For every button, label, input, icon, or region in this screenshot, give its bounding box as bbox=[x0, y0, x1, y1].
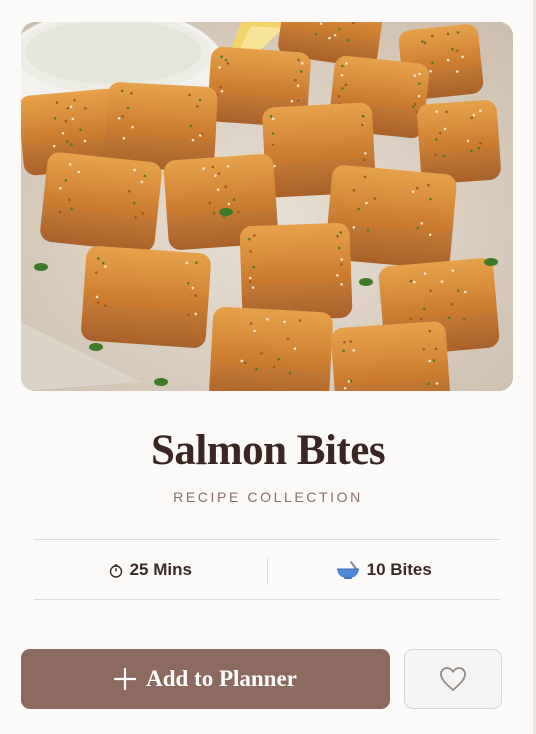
heart-icon bbox=[439, 666, 467, 692]
add-to-planner-button[interactable]: Add to Planner bbox=[21, 649, 390, 709]
parsley-leaf bbox=[154, 378, 168, 386]
recipe-hero-image bbox=[21, 22, 513, 391]
parsley-leaf bbox=[359, 278, 373, 286]
bowl-icon bbox=[336, 560, 360, 580]
parsley-leaf bbox=[219, 208, 233, 216]
salmon-bite bbox=[417, 100, 501, 184]
servings-stat: 10 Bites bbox=[268, 560, 501, 580]
salmon-bite bbox=[331, 321, 451, 391]
prep-time-value: 25 Mins bbox=[129, 559, 192, 579]
salmon-bite bbox=[209, 307, 333, 391]
recipe-stats: 25 Mins 10 Bites bbox=[34, 540, 500, 599]
salmon-bite bbox=[81, 246, 211, 348]
timer-icon bbox=[109, 563, 123, 578]
servings-value: 10 Bites bbox=[366, 559, 432, 579]
salmon-bite bbox=[40, 152, 162, 252]
parsley-leaf bbox=[89, 343, 103, 351]
plus-icon bbox=[113, 667, 137, 691]
stats-divider-bottom bbox=[34, 599, 500, 600]
parsley-leaf bbox=[34, 263, 48, 271]
parsley-leaf bbox=[484, 258, 498, 266]
recipe-category: RECIPE COLLECTION bbox=[173, 489, 363, 505]
salmon-bites-photo bbox=[21, 22, 513, 391]
recipe-title: Salmon Bites bbox=[150, 427, 386, 474]
favorite-button[interactable] bbox=[404, 649, 502, 709]
salmon-bite bbox=[239, 223, 353, 321]
add-to-planner-label: Add to Planner bbox=[146, 666, 297, 691]
prep-time-stat: 25 Mins bbox=[34, 560, 267, 580]
